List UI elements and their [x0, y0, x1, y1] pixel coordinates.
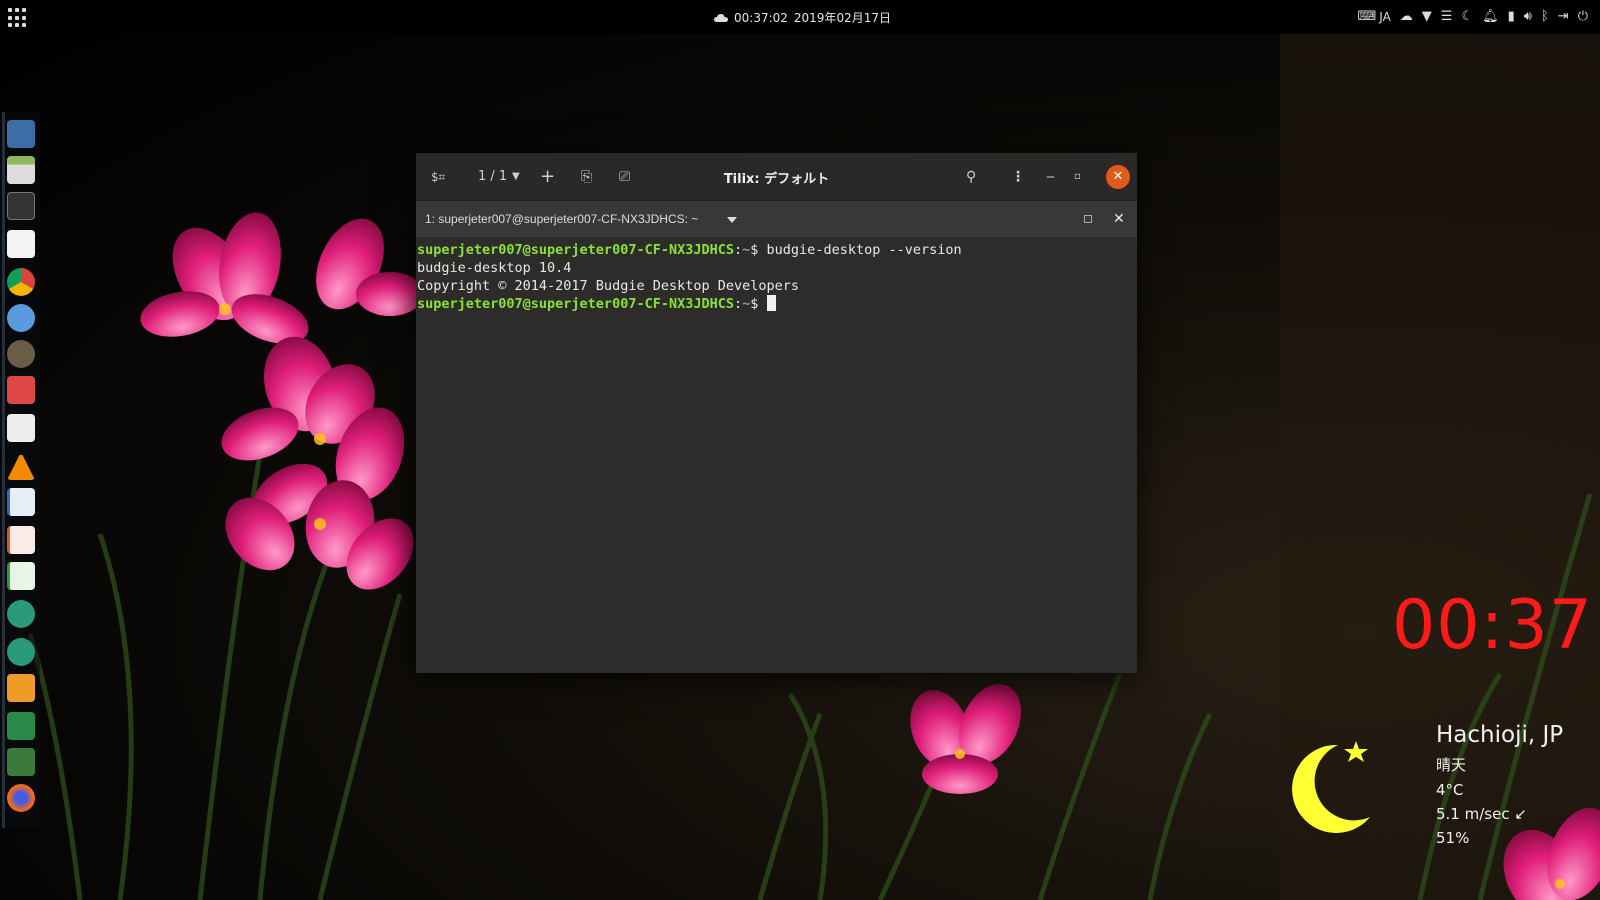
- terminal-line-4: superjeter007@superjeter007-CF-NX3JDHCS:…: [417, 295, 1136, 313]
- terminal-close-icon[interactable]: ✕: [1113, 210, 1125, 227]
- maximize-icon[interactable]: ▫: [1074, 167, 1081, 187]
- dock-accent: [2, 112, 5, 828]
- power-icon[interactable]: ⏻: [1578, 8, 1588, 26]
- terminal-output-line-2: Copyright © 2014-2017 Budgie Desktop Dev…: [417, 278, 800, 294]
- menu-icon[interactable]: ☰: [1441, 8, 1453, 26]
- more-options-icon[interactable]: ⋮: [1011, 167, 1025, 187]
- trash-icon[interactable]: [7, 748, 35, 776]
- terminal-window: $⌗ 1 / 1 ▼ + ⎘ ⎚ Tilix: デフォルト ⚲ ⋮ ‒ ▫ ✕ …: [416, 153, 1137, 673]
- close-window-button[interactable]: ✕: [1106, 165, 1130, 189]
- night-mode-icon[interactable]: ☾: [1461, 8, 1473, 26]
- moon-weather-icon: [1292, 741, 1370, 833]
- terminal-tabbar[interactable]: 1: superjeter007@superjeter007-CF-NX3JDH…: [416, 201, 1137, 237]
- prompt-symbol: $: [750, 242, 759, 258]
- session-switcher-icon[interactable]: $⌗: [431, 167, 445, 187]
- weather-city: Hachioji, JP: [1436, 722, 1564, 748]
- weather-humidity: 51%: [1436, 829, 1470, 847]
- files-icon[interactable]: [7, 156, 35, 184]
- dock: [0, 112, 40, 828]
- system-monitor-icon[interactable]: [7, 712, 35, 740]
- prompt-symbol-2: $: [750, 296, 759, 312]
- wifi-icon[interactable]: ▼: [1422, 8, 1432, 26]
- weather-widget: Hachioji, JP 晴天 4°C 5.1 m/sec ↙ 51%: [1436, 722, 1563, 847]
- libreoffice-impress-icon[interactable]: [7, 526, 35, 554]
- prompt-user-host-2: superjeter007@superjeter007-CF-NX3JDHCS: [417, 296, 734, 312]
- desktop-clock-widget: 00:37: [1392, 586, 1593, 665]
- session-dropdown-icon[interactable]: ▼: [512, 167, 520, 187]
- text-editor-icon[interactable]: [7, 230, 35, 258]
- add-terminal-down-icon[interactable]: ⎚: [619, 167, 630, 187]
- input-method-label[interactable]: JA: [1379, 8, 1391, 26]
- text-cursor: [766, 295, 776, 311]
- weather-condition: 晴天: [1436, 756, 1467, 774]
- vlc-icon[interactable]: [7, 452, 35, 480]
- terminal-command: budgie-desktop --version: [766, 242, 962, 258]
- window-headerbar[interactable]: $⌗ 1 / 1 ▼ + ⎘ ⎚ Tilix: デフォルト ⚲ ⋮ ‒ ▫ ✕: [416, 153, 1137, 201]
- photo-viewer-icon[interactable]: [7, 376, 35, 404]
- rhythmbox-icon[interactable]: [7, 414, 35, 442]
- settings-tool-icon[interactable]: [7, 600, 35, 628]
- add-session-icon[interactable]: +: [540, 167, 555, 187]
- panel-date: 2019年02月17日: [793, 11, 891, 25]
- terminal-output[interactable]: superjeter007@superjeter007-CF-NX3JDHCS:…: [416, 237, 1137, 317]
- volume-icon[interactable]: 🔊︎: [1524, 8, 1532, 26]
- downloader-icon[interactable]: [7, 674, 35, 702]
- prompt-user-host: superjeter007@superjeter007-CF-NX3JDHCS: [417, 242, 734, 258]
- logout-icon[interactable]: ⇥: [1558, 8, 1569, 26]
- search-icon[interactable]: ⚲: [966, 167, 976, 187]
- cloud-icon: [714, 13, 728, 22]
- panel-clock[interactable]: 00:37:02 2019年02月17日: [714, 9, 891, 26]
- cloud-toggle-icon[interactable]: ☁: [1400, 8, 1413, 26]
- settings-tool-2-icon[interactable]: [7, 638, 35, 666]
- top-panel: 00:37:02 2019年02月17日 ⌨ JA ☁ ▼ ☰ ☾ 🔔︎ ▮ 🔊…: [0, 0, 1600, 34]
- keyboard-icon[interactable]: ⌨: [1357, 8, 1376, 26]
- panel-time: 00:37:02: [734, 10, 788, 25]
- minimize-icon[interactable]: ‒: [1046, 167, 1055, 187]
- bluetooth-icon[interactable]: ᛒ: [1541, 8, 1549, 26]
- window-title: Tilix: デフォルト: [723, 172, 830, 187]
- tab-menu-dropdown-icon[interactable]: [727, 217, 737, 223]
- notification-bell-icon[interactable]: 🔔︎: [1482, 8, 1499, 26]
- add-terminal-right-icon[interactable]: ⎘: [581, 167, 592, 187]
- gimp-icon[interactable]: [7, 340, 35, 368]
- screenshot-app-icon[interactable]: [7, 120, 35, 148]
- system-tray: ⌨ JA ☁ ▼ ☰ ☾ 🔔︎ ▮ 🔊︎ ᛒ ⇥ ⏻: [1357, 8, 1588, 26]
- terminal-maximize-icon[interactable]: [1084, 215, 1092, 223]
- app-menu-grid-icon[interactable]: [8, 8, 28, 28]
- session-count[interactable]: 1 / 1: [478, 167, 507, 187]
- weather-wind: 5.1 m/sec ↙: [1436, 805, 1527, 823]
- thunderbird-icon[interactable]: [7, 304, 35, 332]
- firefox-icon[interactable]: [7, 784, 35, 812]
- terminal-output-line-1: budgie-desktop 10.4: [417, 260, 572, 276]
- libreoffice-writer-icon[interactable]: [7, 488, 35, 516]
- terminal-tilix-icon[interactable]: [7, 192, 35, 220]
- terminal-tab-title[interactable]: 1: superjeter007@superjeter007-CF-NX3JDH…: [425, 212, 698, 226]
- battery-icon[interactable]: ▮: [1508, 8, 1515, 26]
- chrome-icon[interactable]: [7, 268, 35, 296]
- terminal-line-1: superjeter007@superjeter007-CF-NX3JDHCS:…: [417, 242, 962, 258]
- weather-temperature: 4°C: [1436, 781, 1464, 799]
- libreoffice-calc-icon[interactable]: [7, 562, 35, 590]
